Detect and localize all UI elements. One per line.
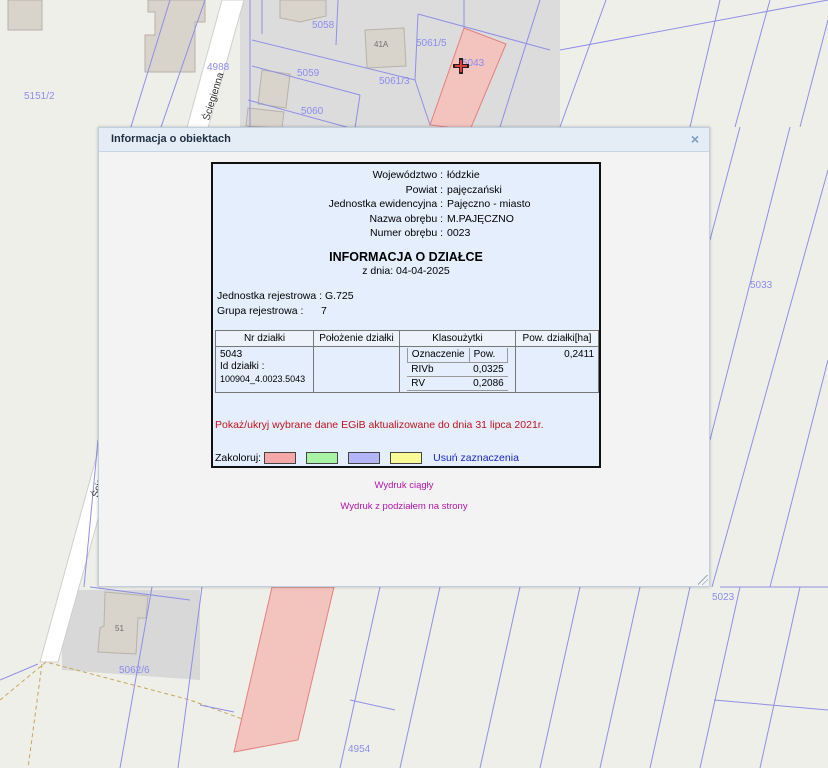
parcel-label: 5058 xyxy=(312,20,335,31)
registry-unit-label: Jednostka rejestrowa : xyxy=(217,290,323,302)
administrative-info: Województwo : łódzkie Powiat : pajęczański… xyxy=(213,168,599,241)
land-use-header-area: Pow. xyxy=(468,348,509,363)
parcel-id-label: Id działki : xyxy=(220,361,265,372)
parcel-id: 100904_4.0023.5043 xyxy=(220,374,306,384)
registry-unit-row: Jednostka rejestrowa : G.725 xyxy=(217,290,354,302)
land-use-header-code: Oznaczenie xyxy=(406,348,470,363)
print-continuous-link[interactable]: Wydruk ciągły xyxy=(99,480,709,491)
resize-handle[interactable] xyxy=(698,575,708,585)
voivodeship-row: Województwo : łódzkie xyxy=(213,168,599,183)
parcel-info-panel: Województwo : łódzkie Powiat : pajęczański… xyxy=(211,162,601,468)
unit-label: Jednostka ewidencyjna : xyxy=(328,198,443,210)
object-info-dialog: Informacja o obiektach × Województwo : łó… xyxy=(98,127,710,587)
col-header-location: Położenie działki xyxy=(313,330,400,347)
parcel-info-heading: INFORMACJA O DZIAŁCE xyxy=(329,250,483,264)
building-number-label: 41A xyxy=(374,40,389,49)
parcel-label: 5151/2 xyxy=(24,91,55,102)
county-row: Powiat : pajęczański xyxy=(213,183,599,198)
land-use-code: RV xyxy=(407,376,470,391)
unit-row: Jednostka ewidencyjna : Pajęczno - miasto xyxy=(213,197,599,212)
color-swatch-blue[interactable] xyxy=(348,452,381,464)
parcel-label: 4988 xyxy=(207,62,230,73)
parcel-label: 5061/5 xyxy=(416,38,447,49)
clear-selection-link[interactable]: Usuń zaznaczenia xyxy=(433,452,519,464)
parcel-label: 5023 xyxy=(712,592,735,603)
land-use-code: RIVb xyxy=(407,362,470,377)
voivodeship-label: Województwo : xyxy=(372,169,443,181)
parcel-label: 5060 xyxy=(301,106,324,117)
table-row: 5043 Id działki : 100904_4.0023.5043 Ozn… xyxy=(215,346,599,393)
color-swatch-green[interactable] xyxy=(306,452,339,464)
land-use-area: 0,0325 xyxy=(469,362,508,377)
precinct-name-row: Nazwa obrębu : M.PAJĘCZNO xyxy=(213,212,599,227)
registry-group-label: Grupa rejestrowa : xyxy=(217,305,304,317)
report-date: z dnia: 04-04-2025 xyxy=(362,265,450,277)
colorize-row: Zakoloruj: Usuń zaznaczenia xyxy=(215,452,519,464)
parcel-location-cell xyxy=(313,346,400,393)
precinct-number-row: Numer obrębu : 0023 xyxy=(213,226,599,241)
parcel-area-cell: 0,2411 xyxy=(515,346,599,393)
voivodeship-value: łódzkie xyxy=(447,169,480,181)
parcel-label: 5061/3 xyxy=(379,76,410,87)
col-header-area: Pow. działki[ha] xyxy=(515,330,599,347)
county-label: Powiat : xyxy=(405,183,443,196)
registry-unit-value: G.725 xyxy=(324,290,354,302)
colorize-label: Zakoloruj: xyxy=(215,452,262,464)
unit-value: Pajęczno - miasto xyxy=(447,198,531,210)
building xyxy=(257,69,291,109)
parcel-number-cell: 5043 Id działki : 100904_4.0023.5043 xyxy=(215,346,314,393)
land-use-row: RV 0,2086 xyxy=(407,376,508,391)
precinct-name-value: M.PAJĘCZNO xyxy=(447,212,514,225)
col-header-parcel-number: Nr działki xyxy=(215,330,314,347)
parcel-label: 5062/6 xyxy=(119,665,150,676)
parcel-label: 4954 xyxy=(348,744,371,755)
registry-group-value: 7 xyxy=(321,305,327,317)
color-swatch-red[interactable] xyxy=(264,452,297,464)
print-paged-link[interactable]: Wydruk z podziałem na strony xyxy=(99,501,709,512)
parcel-label: 5033 xyxy=(750,280,773,291)
building xyxy=(245,107,285,129)
land-use-row: RIVb 0,0325 xyxy=(407,362,508,377)
color-swatch-yellow[interactable] xyxy=(390,452,423,464)
parcel-table: Nr działki Położenie działki Klasoużytki… xyxy=(215,330,599,393)
parcel-number: 5043 xyxy=(220,349,243,360)
county-value: pajęczański xyxy=(447,183,502,196)
building-number-label: 51 xyxy=(115,624,124,633)
dialog-titlebar[interactable]: Informacja o obiektach × xyxy=(99,128,709,152)
precinct-number-label: Numer obrębu : xyxy=(370,227,443,239)
col-header-land-use: Klasoużytki xyxy=(399,330,516,347)
land-use-table: Oznaczenie Pow. RIVb 0,0325 RV 0,2086 xyxy=(406,348,509,391)
parcel-label: 5059 xyxy=(297,68,320,79)
precinct-number-value: 0023 xyxy=(447,227,471,239)
toggle-egib-data-link[interactable]: Pokaż/ukryj wybrane dane EGiB aktualizow… xyxy=(215,419,544,431)
land-use-cell: Oznaczenie Pow. RIVb 0,0325 RV 0,2086 xyxy=(399,346,516,393)
registry-group-row: Grupa rejestrowa : 7 xyxy=(217,305,327,317)
building xyxy=(7,0,43,31)
dialog-title: Informacja o obiektach xyxy=(111,133,231,145)
close-icon[interactable]: × xyxy=(687,130,703,148)
precinct-name-label: Nazwa obrębu : xyxy=(369,212,443,225)
land-use-area: 0,2086 xyxy=(469,376,508,391)
